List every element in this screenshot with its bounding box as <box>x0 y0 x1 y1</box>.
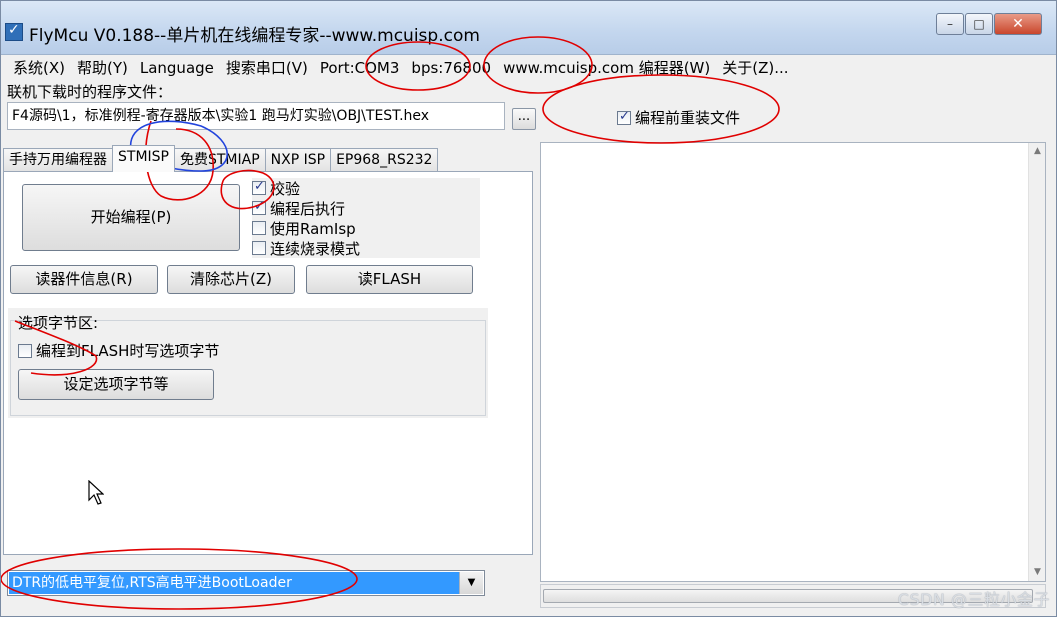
scroll-down-icon[interactable]: ▼ <box>1029 564 1046 581</box>
reload-before-program-checkbox[interactable] <box>617 109 631 125</box>
csdn-watermark: CSDN @三粒小金子 <box>897 590 1050 609</box>
continuous-burn-label: 连续烧录模式 <box>270 239 361 258</box>
set-option-bytes-button[interactable]: 设定选项字节等 <box>18 369 214 400</box>
reload-before-program-option[interactable]: 编程前重装文件 <box>617 107 740 128</box>
title-bar[interactable]: FlyMcu V0.188--单片机在线编程专家--www.mcuisp.com… <box>1 1 1056 55</box>
use-ramisp-checkbox[interactable] <box>252 221 266 235</box>
option-bytes-group: 选项字节区: 编程到FLASH时写选项字节 设定选项字节等 <box>8 308 488 418</box>
menu-language[interactable]: Language <box>134 56 220 80</box>
close-button[interactable]: ✕ <box>994 13 1042 35</box>
menu-bar: 系统(X) 帮助(Y) Language 搜索串口(V) Port:COM3 b… <box>1 56 1056 80</box>
programmer-tabs: 手持万用编程器 STMISP 免费STMIAP NXP ISP EP968_RS… <box>3 145 439 172</box>
bootloader-mode-select[interactable]: DTR的低电平复位,RTS高电平进BootLoader ▼ <box>7 570 485 596</box>
menu-programmer[interactable]: www.mcuisp.com 编程器(W) <box>497 56 716 80</box>
start-programming-button[interactable]: 开始编程(P) <box>22 184 240 251</box>
verify-checkbox[interactable] <box>252 179 266 195</box>
tab-free-stmiap[interactable]: 免费STMIAP <box>173 148 266 172</box>
tab-nxp-isp[interactable]: NXP ISP <box>264 148 332 172</box>
option-bytes-frame <box>10 320 486 416</box>
log-vertical-scrollbar[interactable]: ▲ ▼ <box>1028 143 1045 581</box>
chevron-down-icon[interactable]: ▼ <box>459 572 483 594</box>
minimize-button[interactable]: – <box>936 13 964 35</box>
window-controls: – □ ✕ <box>936 13 1042 35</box>
write-option-bytes-option[interactable]: 编程到FLASH时写选项字节 <box>18 340 219 361</box>
bootloader-mode-value: DTR的低电平复位,RTS高电平进BootLoader <box>9 572 459 594</box>
tab-handheld-programmer[interactable]: 手持万用编程器 <box>3 148 113 172</box>
menu-baud-rate[interactable]: bps:76800 <box>405 56 497 80</box>
mouse-cursor-icon <box>88 480 104 505</box>
option-verify[interactable]: 校验 <box>252 178 480 198</box>
program-file-label: 联机下载时的程序文件： <box>7 83 173 101</box>
output-log[interactable]: ▲ ▼ <box>540 142 1046 582</box>
option-run-after-program[interactable]: 编程后执行 <box>252 198 480 218</box>
tab-stmisp[interactable]: STMISP <box>112 145 175 172</box>
menu-search-port[interactable]: 搜索串口(V) <box>220 56 314 80</box>
reload-before-program-label: 编程前重装文件 <box>635 109 741 127</box>
read-device-info-button[interactable]: 读器件信息(R) <box>10 265 158 294</box>
continuous-burn-checkbox[interactable] <box>252 241 266 255</box>
menu-system[interactable]: 系统(X) <box>7 56 71 80</box>
menu-help[interactable]: 帮助(Y) <box>71 56 134 80</box>
run-after-program-checkbox[interactable] <box>252 199 266 215</box>
use-ramisp-label: 使用RamIsp <box>270 219 356 238</box>
stmisp-panel: 开始编程(P) 校验 编程后执行 使用RamIsp 连续烧录模式 读器件信息(R… <box>3 171 533 555</box>
tab-ep968-rs232[interactable]: EP968_RS232 <box>330 148 439 172</box>
bootloader-strip: DTR的低电平复位,RTS高电平进BootLoader ▼ <box>1 556 537 616</box>
menu-port[interactable]: Port:COM3 <box>314 56 406 80</box>
run-after-program-label: 编程后执行 <box>270 199 346 218</box>
flymcu-window: FlyMcu V0.188--单片机在线编程专家--www.mcuisp.com… <box>0 0 1057 617</box>
write-option-bytes-checkbox[interactable] <box>18 343 32 358</box>
write-option-bytes-label: 编程到FLASH时写选项字节 <box>36 342 220 360</box>
browse-file-button[interactable]: ... <box>512 108 536 130</box>
option-continuous-burn[interactable]: 连续烧录模式 <box>252 238 480 258</box>
option-bytes-title: 选项字节区: <box>18 314 99 332</box>
scroll-up-icon[interactable]: ▲ <box>1029 143 1046 160</box>
maximize-button[interactable]: □ <box>965 13 993 35</box>
read-flash-button[interactable]: 读FLASH <box>306 265 473 294</box>
verify-label: 校验 <box>270 179 301 198</box>
option-use-ramisp[interactable]: 使用RamIsp <box>252 218 480 238</box>
program-options: 校验 编程后执行 使用RamIsp 连续烧录模式 <box>252 178 480 258</box>
window-title: FlyMcu V0.188--单片机在线编程专家--www.mcuisp.com <box>29 26 480 46</box>
menu-about[interactable]: 关于(Z)... <box>716 56 794 80</box>
flymcu-app-icon <box>5 22 23 41</box>
erase-chip-button[interactable]: 清除芯片(Z) <box>167 265 295 294</box>
program-file-path-input[interactable]: F4源码\1，标准例程-寄存器版本\实验1 跑马灯实验\OBJ\TEST.hex <box>7 102 505 130</box>
